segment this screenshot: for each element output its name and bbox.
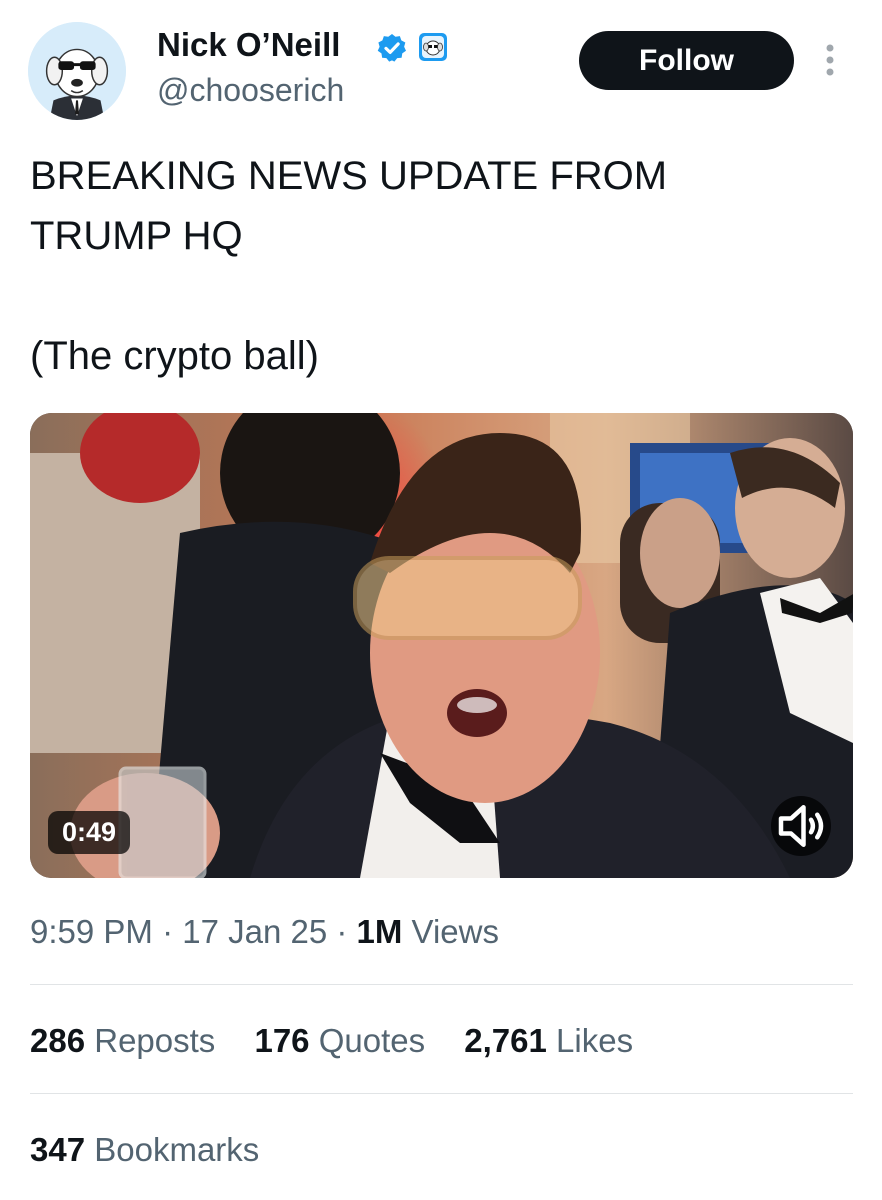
video-player[interactable]: 0:49: [30, 413, 853, 878]
views-count: 1M: [356, 913, 403, 950]
divider: [30, 984, 853, 985]
tweet-text: BREAKING NEWS UPDATE FROM TRUMP HQ (The …: [30, 146, 850, 386]
likes-stat[interactable]: 2,761 Likes: [464, 1022, 633, 1059]
reposts-stat[interactable]: 286 Reposts: [30, 1022, 215, 1059]
video-thumbnail: [30, 413, 853, 878]
follow-button[interactable]: Follow: [579, 31, 794, 90]
verified-badge-icon: [377, 34, 406, 62]
meta-separator: ·: [152, 913, 183, 950]
tweet-meta: 9:59 PM · 17 Jan 25 · 1M Views: [30, 913, 499, 951]
meta-separator: ·: [327, 913, 357, 950]
tweet-text-line: (The crypto ball): [30, 334, 319, 378]
tweet-text-gap: [30, 266, 850, 326]
tweet-date[interactable]: 17 Jan 25: [182, 913, 327, 950]
quotes-count: 176: [254, 1022, 310, 1059]
likes-count: 2,761: [464, 1022, 547, 1059]
tweet-time[interactable]: 9:59 PM: [30, 913, 153, 950]
tweet-text-line: TRUMP HQ: [30, 214, 243, 258]
engagement-stats: 286 Reposts 176 Quotes 2,761 Likes: [30, 1022, 663, 1060]
bookmarks-count: 347: [30, 1131, 86, 1168]
reposts-count: 286: [30, 1022, 86, 1059]
author-handle[interactable]: @chooserich: [157, 72, 344, 109]
tweet-text-line: BREAKING NEWS UPDATE FROM: [30, 154, 668, 198]
quotes-label: Quotes: [318, 1022, 426, 1059]
likes-label: Likes: [556, 1022, 634, 1059]
video-duration: 0:49: [48, 811, 131, 854]
author-avatar[interactable]: [28, 22, 126, 120]
author-name[interactable]: Nick O’Neill: [157, 26, 340, 64]
reposts-label: Reposts: [94, 1022, 216, 1059]
bookmarks-stat[interactable]: 347 Bookmarks: [30, 1131, 289, 1169]
mute-button[interactable]: [771, 796, 831, 856]
divider: [30, 1093, 853, 1094]
views-label: Views: [402, 913, 499, 950]
more-options-icon[interactable]: [822, 44, 838, 80]
quotes-stat[interactable]: 176 Quotes: [254, 1022, 425, 1059]
speaker-icon: [778, 805, 824, 847]
affiliate-badge-icon[interactable]: [418, 32, 448, 62]
dog-in-sunglasses-avatar-icon: [28, 22, 126, 120]
bookmarks-label: Bookmarks: [94, 1131, 260, 1168]
